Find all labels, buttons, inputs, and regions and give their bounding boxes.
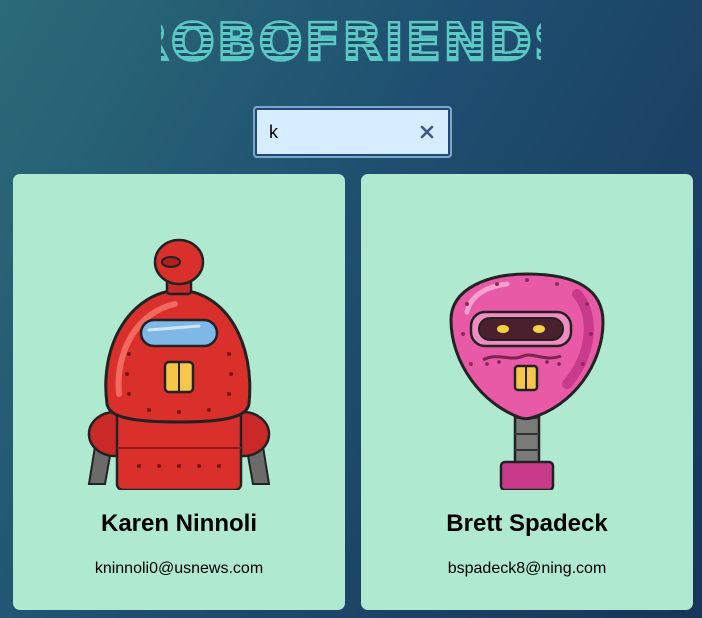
pink-robot-avatar xyxy=(449,272,605,490)
robot-card[interactable]: Brett Spadeck bspadeck8@ning.com xyxy=(361,174,693,610)
app-title-logo: ROBOFRIENDS xyxy=(161,12,541,72)
app-title: ROBOFRIENDS xyxy=(161,13,541,72)
search-box[interactable] xyxy=(253,106,452,158)
robot-card[interactable]: Karen Ninnoli kninnoli0@usnews.com xyxy=(13,174,345,610)
robot-name: Brett Spadeck xyxy=(446,510,608,537)
robot-name: Karen Ninnoli xyxy=(100,510,257,537)
app-header: ROBOFRIENDS xyxy=(0,8,702,72)
search-input[interactable] xyxy=(265,116,415,148)
close-icon[interactable] xyxy=(416,121,438,143)
robot-email: kninnoli0@usnews.com xyxy=(94,560,264,577)
robot-email: bspadeck8@ning.com xyxy=(447,560,607,577)
red-robot-avatar xyxy=(87,238,271,490)
